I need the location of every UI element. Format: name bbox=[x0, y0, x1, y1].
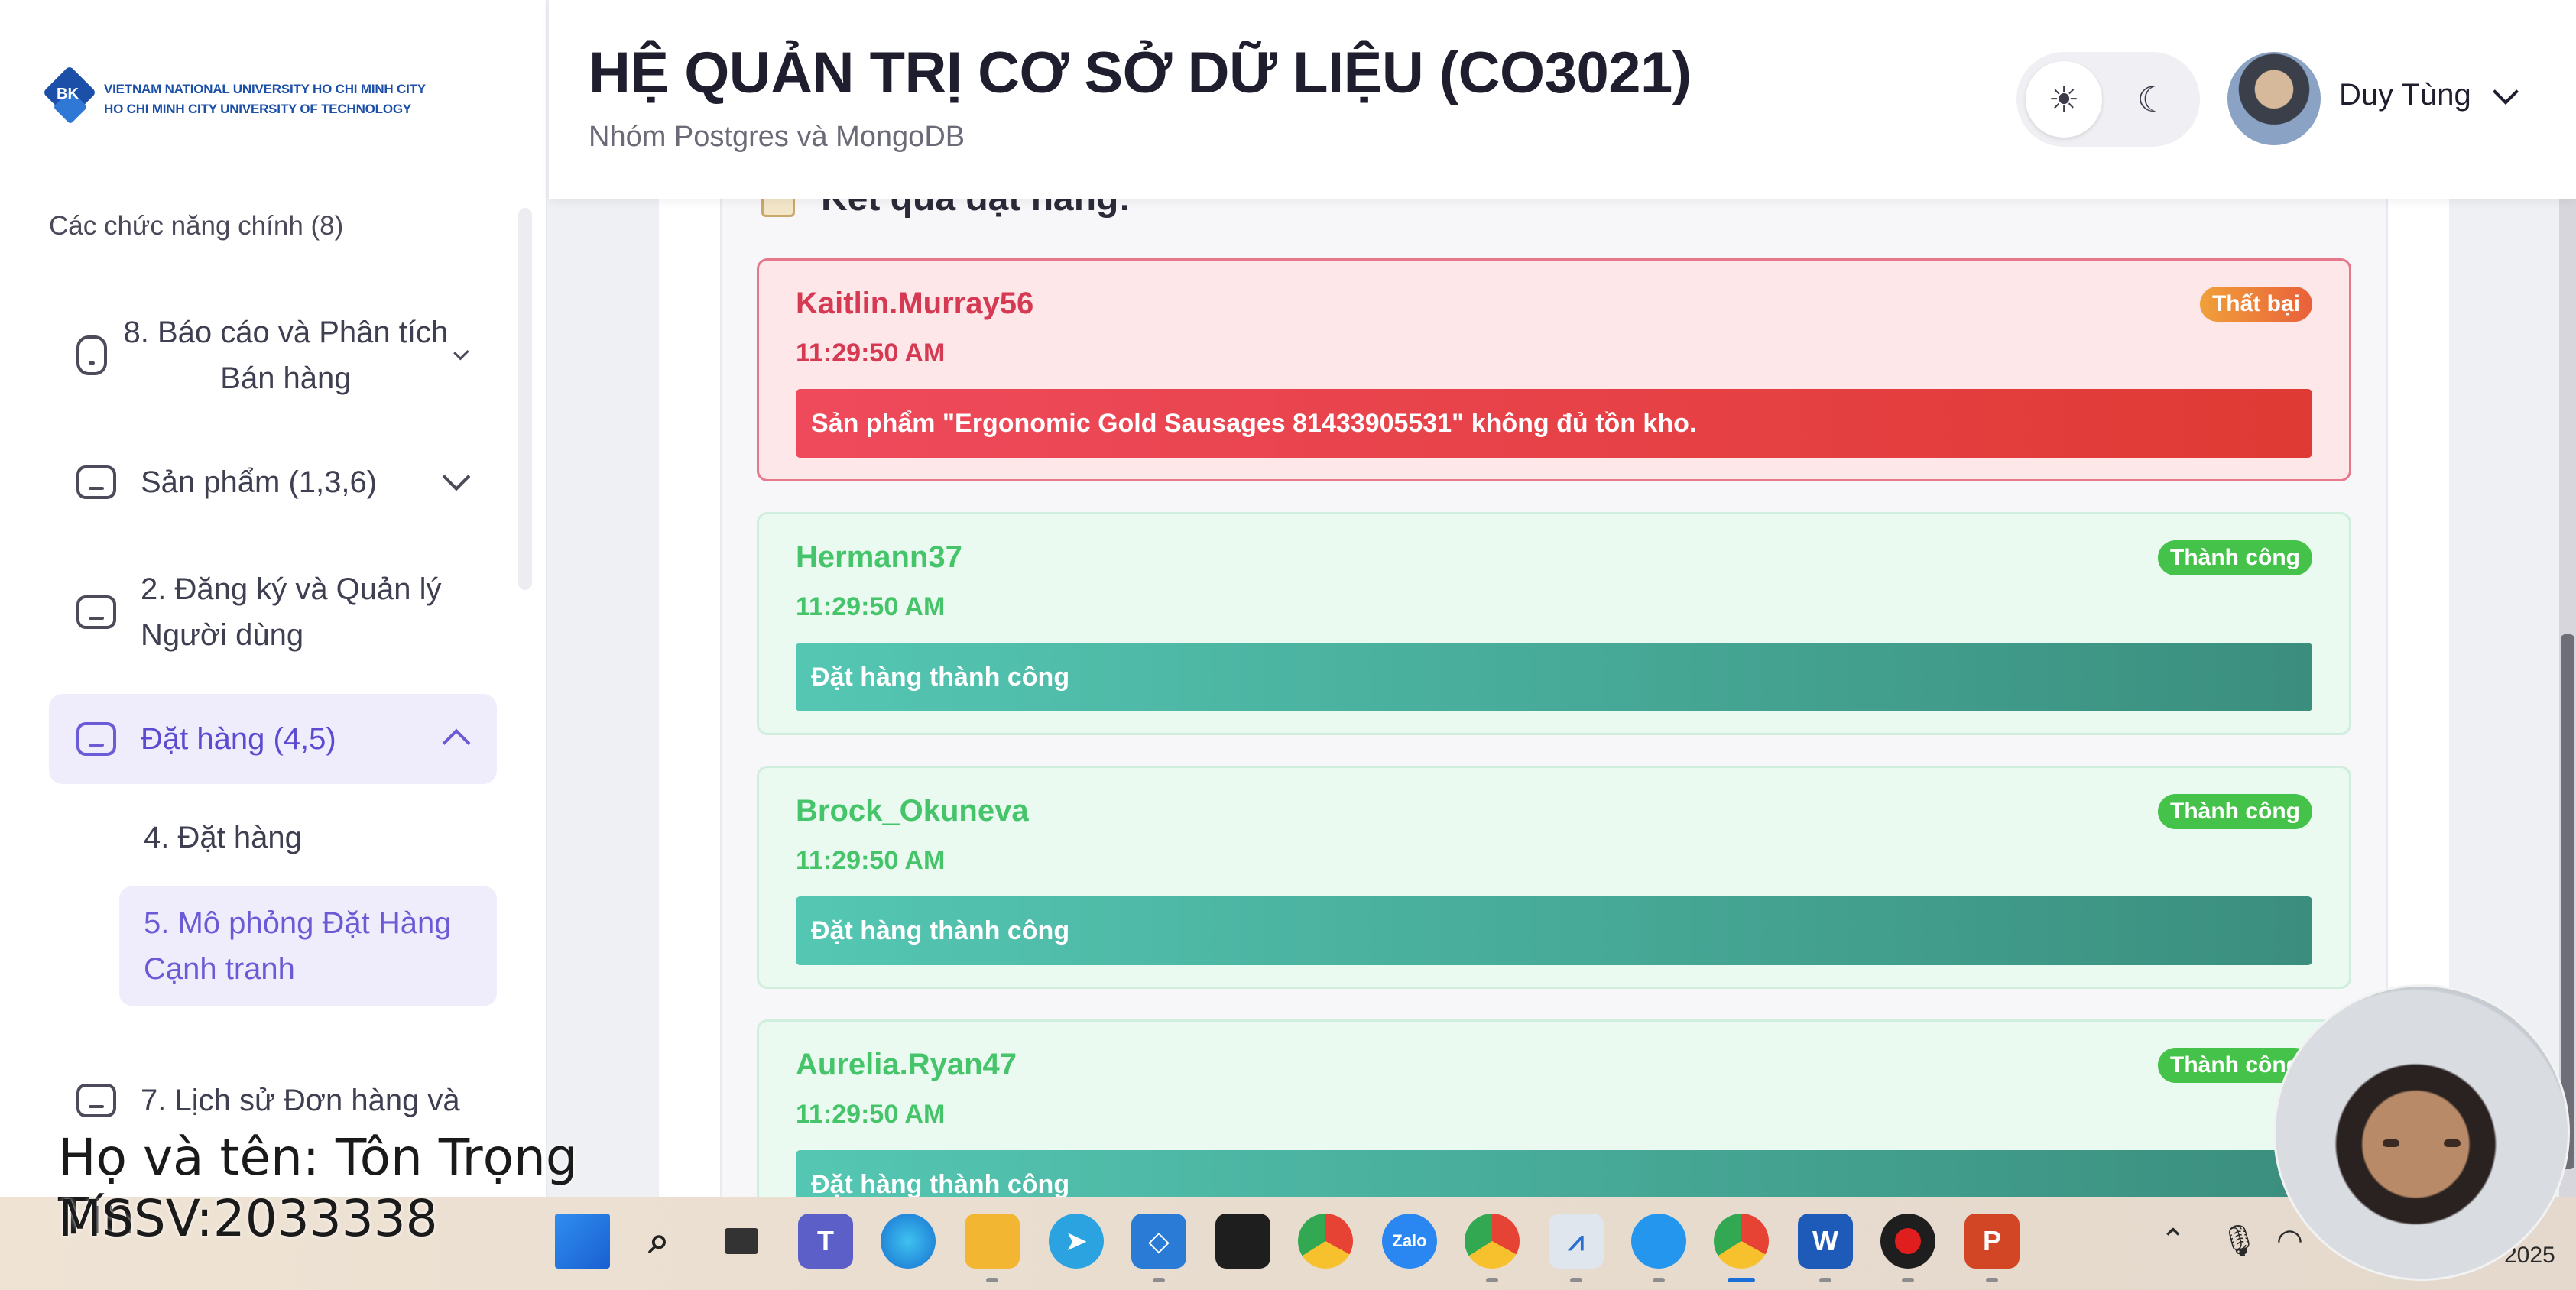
chevron-down-icon[interactable] bbox=[442, 462, 471, 491]
sidebar-item-label: Đặt hàng (4,5) bbox=[141, 722, 336, 756]
hexagon-icon bbox=[76, 335, 108, 375]
running-indicator bbox=[1902, 1278, 1914, 1282]
result-username: Aurelia.Ryan47 bbox=[796, 1048, 1017, 1081]
box-icon bbox=[76, 722, 116, 756]
result-message: Đặt hàng thành công bbox=[796, 896, 2312, 965]
zalo-icon[interactable]: Zalo bbox=[1382, 1214, 1437, 1269]
sidebar-subitem-place-order[interactable]: 4. Đặt hàng bbox=[119, 815, 497, 861]
docker-icon[interactable] bbox=[1631, 1214, 1686, 1269]
sidebar-item-label: 8. Báo cáo và Phân tích Bán hàng bbox=[123, 316, 449, 395]
result-username: Brock_Okuneva bbox=[796, 794, 1029, 828]
user-name[interactable]: Duy Tùng bbox=[2339, 78, 2471, 112]
webcam-overlay bbox=[2273, 984, 2570, 1281]
logo-line-2: HO CHI MINH CITY UNIVERSITY OF TECHNOLOG… bbox=[104, 102, 412, 116]
sidebar-item-label: Sản phẩm (1,3,6) bbox=[141, 465, 378, 499]
running-indicator bbox=[986, 1278, 998, 1282]
sidebar-item-sales-report[interactable]: 8. Báo cáo và Phân tích Bán hàng bbox=[49, 298, 497, 413]
university-logo[interactable]: BK VIETNAM NATIONAL UNIVERSITY HO CHI MI… bbox=[42, 65, 426, 131]
active-indicator bbox=[1728, 1278, 1755, 1282]
teams-icon[interactable]: T bbox=[798, 1214, 853, 1269]
vscode-icon[interactable]: ◇ bbox=[1131, 1214, 1186, 1269]
telegram-icon[interactable]: ➤ bbox=[1049, 1214, 1104, 1269]
sidebar-item-label: 2. Đăng ký và Quản lý Người dùng bbox=[141, 572, 442, 652]
page-title: HỆ QUẢN TRỊ CƠ SỞ DỮ LIỆU (CO3021) bbox=[589, 41, 1692, 105]
sidebar-item-orders[interactable]: Đặt hàng (4,5) bbox=[49, 694, 497, 784]
sidebar: BK VIETNAM NATIONAL UNIVERSITY HO CHI MI… bbox=[0, 0, 547, 1197]
bk-logo-icon: BK bbox=[42, 65, 97, 131]
top-header: HỆ QUẢN TRỊ CƠ SỞ DỮ LIỆU (CO3021) Nhóm … bbox=[549, 0, 2576, 199]
sidebar-subitem-concurrent-simulation[interactable]: 5. Mô phỏng Đặt Hàng Cạnh tranh bbox=[119, 886, 497, 1006]
result-message: Đặt hàng thành công bbox=[796, 643, 2312, 711]
running-indicator bbox=[1570, 1278, 1582, 1282]
chevron-down-icon[interactable] bbox=[2493, 79, 2519, 105]
result-time: 11:29:50 AM bbox=[796, 846, 946, 875]
result-card: Hermann37 11:29:50 AM Thành công Đặt hàn… bbox=[757, 512, 2351, 735]
status-badge: Thất bại bbox=[2199, 287, 2312, 322]
avatar[interactable] bbox=[2227, 52, 2321, 145]
result-username: Kaitlin.Murray56 bbox=[796, 287, 1034, 320]
search-icon[interactable]: ⌕ bbox=[631, 1214, 686, 1269]
logo-text: VIETNAM NATIONAL UNIVERSITY HO CHI MINH … bbox=[104, 79, 426, 119]
box-icon bbox=[76, 595, 116, 629]
status-badge: Thành công bbox=[2158, 794, 2312, 829]
result-message: Sản phẩm "Ergonomic Gold Sausages 814339… bbox=[796, 389, 2312, 458]
sidebar-item-order-history[interactable]: 7. Lịch sử Đơn hàng và bbox=[49, 1070, 497, 1131]
theme-toggle[interactable]: ☀ ☾ bbox=[2016, 52, 2200, 147]
sidebar-item-users[interactable]: 2. Đăng ký và Quản lý Người dùng bbox=[49, 562, 497, 662]
resource-monitor-icon[interactable]: ⩘ bbox=[1549, 1214, 1604, 1269]
file-explorer-icon[interactable] bbox=[965, 1214, 1020, 1269]
figma-icon[interactable] bbox=[1215, 1214, 1270, 1269]
box-icon bbox=[76, 465, 116, 499]
record-icon[interactable] bbox=[1880, 1214, 1935, 1269]
word-icon[interactable]: W bbox=[1798, 1214, 1853, 1269]
result-card: Brock_Okuneva 11:29:50 AM Thành công Đặt… bbox=[757, 766, 2351, 989]
result-time: 11:29:50 AM bbox=[796, 592, 946, 621]
page-subtitle: Nhóm Postgres và MongoDB bbox=[589, 121, 965, 153]
sidebar-scrollbar[interactable] bbox=[518, 208, 532, 590]
box-icon bbox=[76, 1084, 116, 1117]
sun-icon[interactable]: ☀ bbox=[2026, 61, 2102, 138]
result-card: Aurelia.Ryan47 11:29:50 AM Thành công Đặ… bbox=[757, 1019, 2351, 1219]
result-card: Kaitlin.Murray56 11:29:50 AM Thất bại Sả… bbox=[757, 258, 2351, 481]
chrome-profile-icon[interactable] bbox=[1465, 1214, 1520, 1269]
task-view-icon[interactable] bbox=[714, 1214, 769, 1269]
result-username: Hermann37 bbox=[796, 540, 962, 574]
section-title: Các chức năng chính (8) bbox=[49, 211, 344, 241]
wifi-icon[interactable]: ◠ bbox=[2276, 1223, 2303, 1258]
running-indicator bbox=[1653, 1278, 1665, 1282]
moon-icon[interactable]: ☾ bbox=[2114, 61, 2191, 138]
page-scrollbar[interactable] bbox=[2559, 199, 2576, 1197]
result-time: 11:29:50 AM bbox=[796, 339, 946, 368]
chrome-icon[interactable] bbox=[1298, 1214, 1353, 1269]
sidebar-item-label: 7. Lịch sử Đơn hàng và bbox=[141, 1084, 460, 1117]
powerpoint-icon[interactable]: P bbox=[1964, 1214, 2020, 1269]
running-indicator bbox=[1486, 1278, 1498, 1282]
status-badge: Thành công bbox=[2158, 540, 2312, 575]
result-time: 11:29:50 AM bbox=[796, 1100, 946, 1129]
chevron-up-icon[interactable] bbox=[442, 728, 471, 757]
running-indicator bbox=[1986, 1278, 1998, 1282]
running-indicator bbox=[1819, 1278, 1831, 1282]
chrome-active-icon[interactable] bbox=[1714, 1214, 1769, 1269]
microphone-icon[interactable]: 🎙 bbox=[2220, 1223, 2259, 1259]
running-indicator bbox=[1153, 1278, 1165, 1282]
student-id-caption: MSSV:2033338 bbox=[58, 1189, 438, 1248]
edge-icon[interactable] bbox=[881, 1214, 936, 1269]
tray-chevron-up-icon[interactable]: ⌃ bbox=[2160, 1223, 2186, 1258]
sidebar-item-products[interactable]: Sản phẩm (1,3,6) bbox=[49, 448, 497, 517]
logo-line-1: VIETNAM NATIONAL UNIVERSITY HO CHI MINH … bbox=[104, 82, 426, 96]
